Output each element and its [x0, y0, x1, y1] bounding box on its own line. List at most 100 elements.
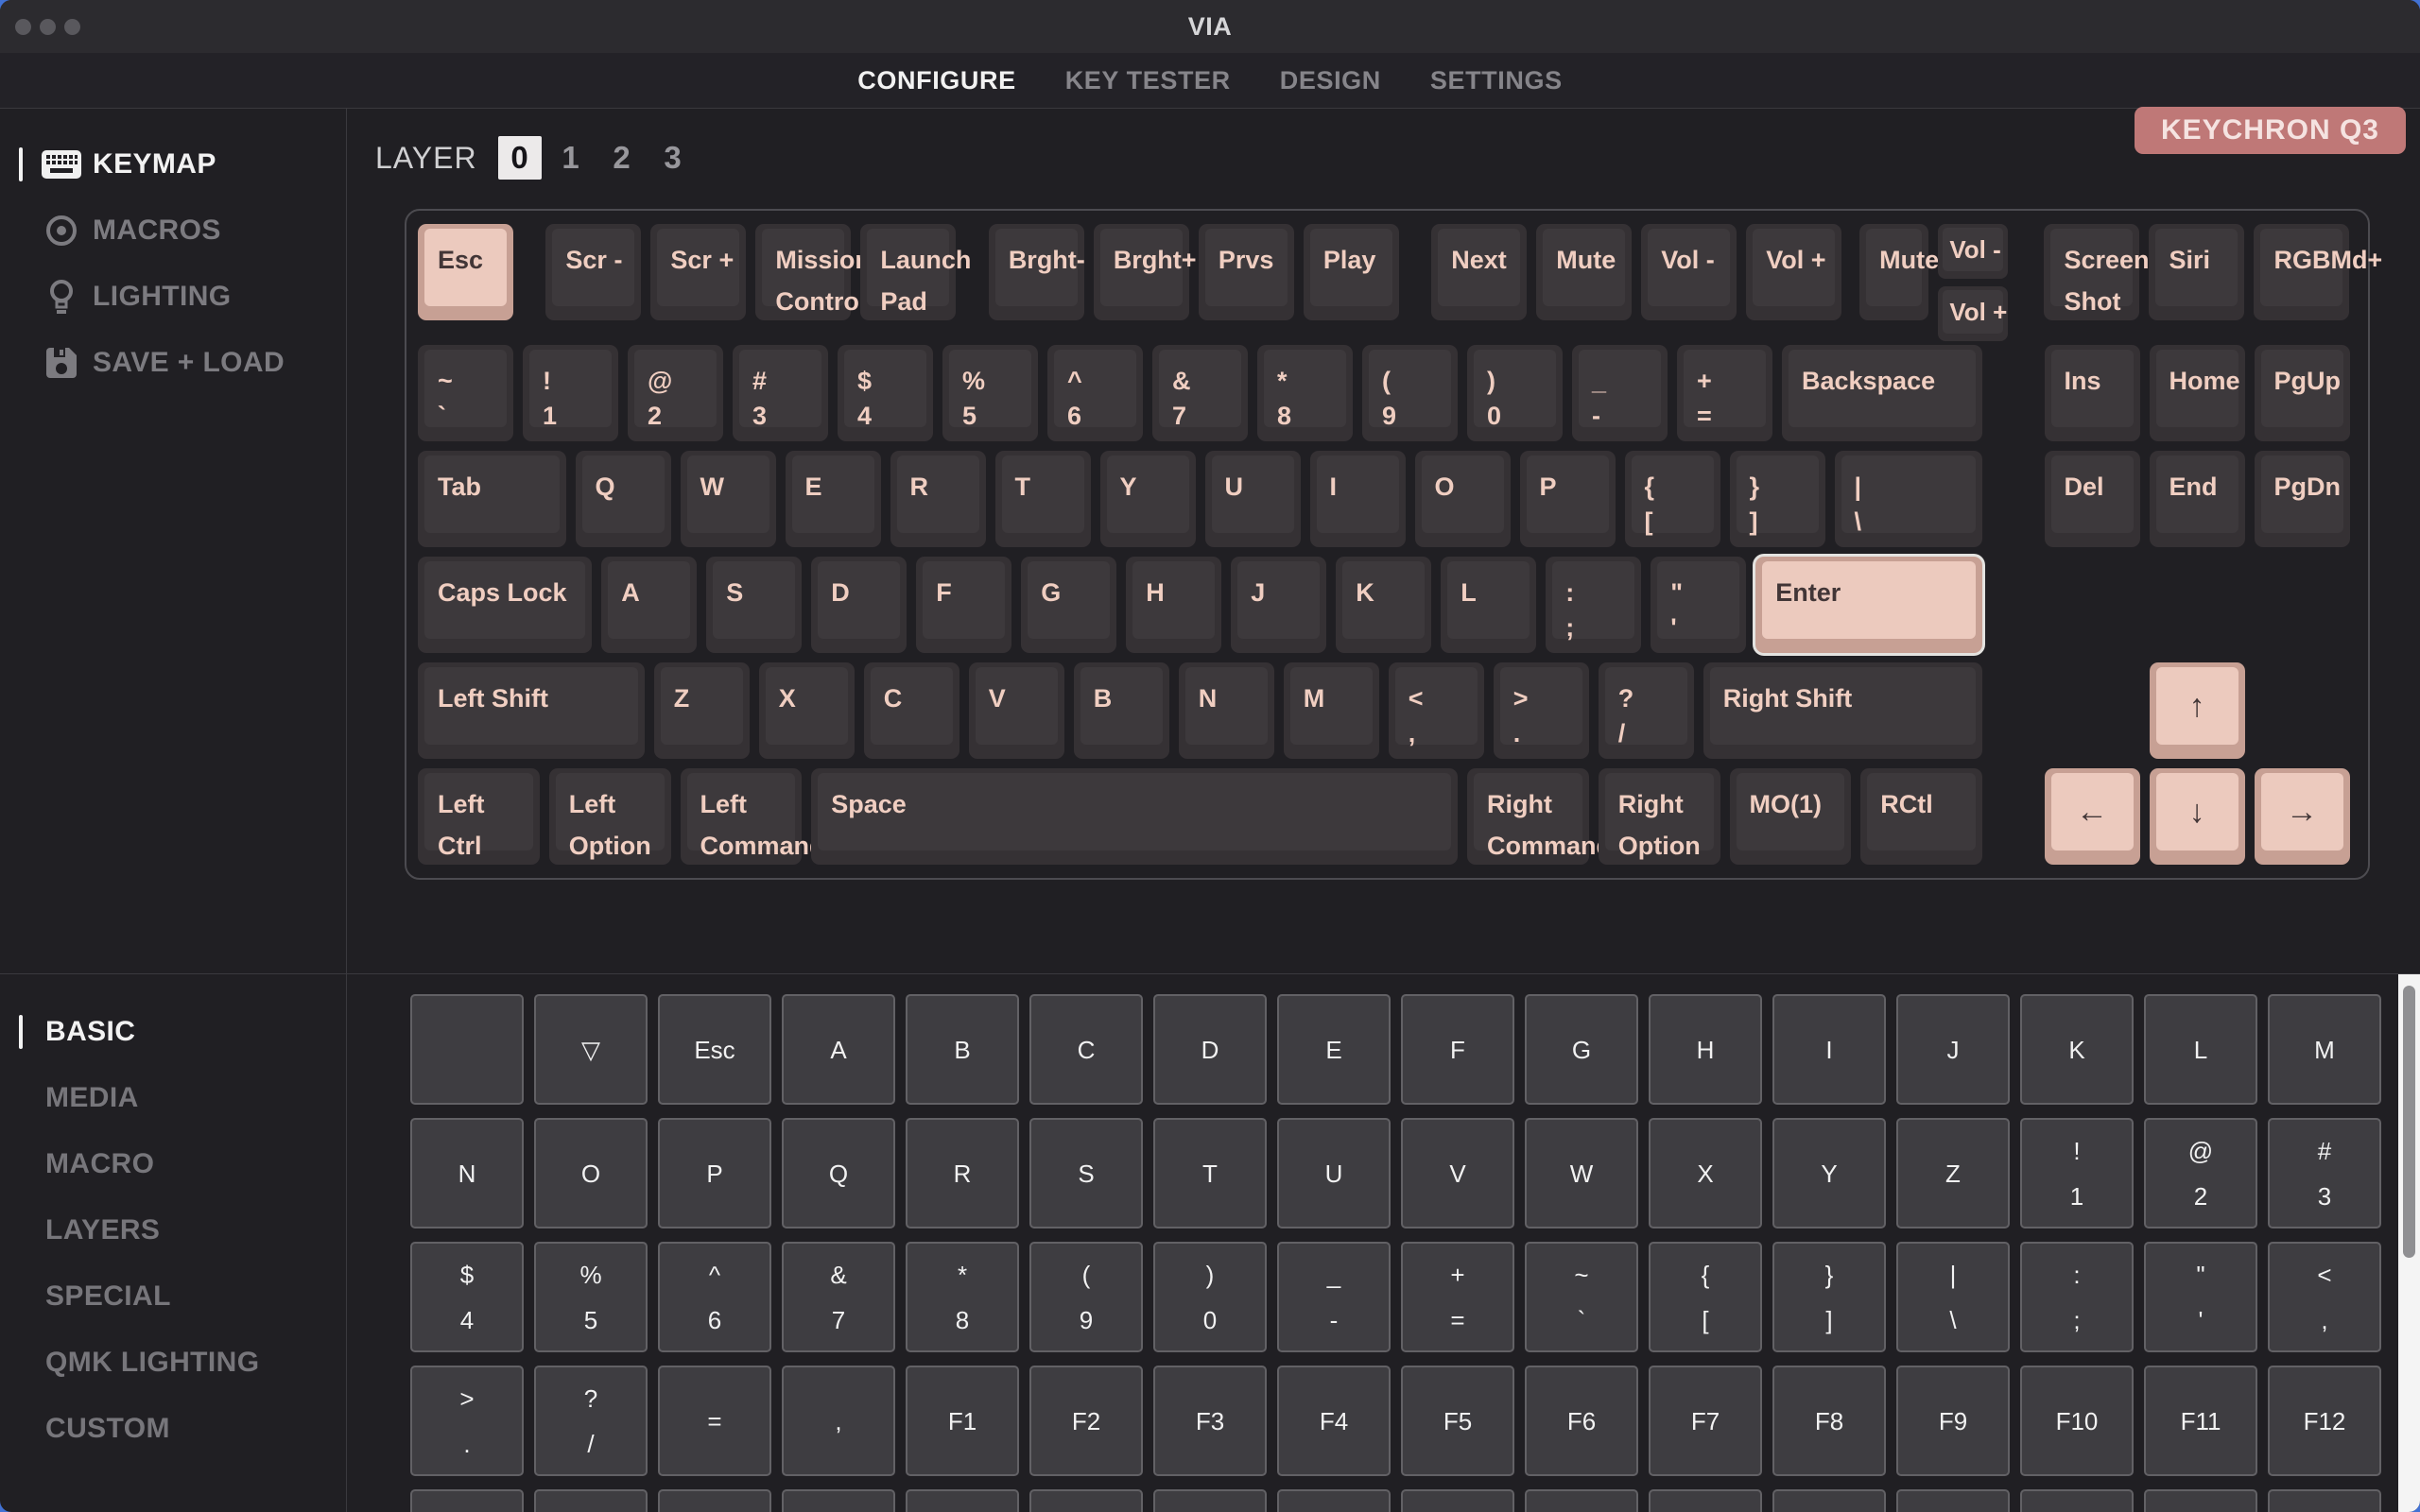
key-y[interactable]: Y — [1099, 451, 1196, 547]
picker-key-scroll-lock[interactable]: Scroll Lock — [534, 1489, 648, 1512]
picker-key-down[interactable]: Down — [1772, 1489, 1886, 1512]
key-symbol[interactable]: ? / — [1598, 662, 1694, 759]
minimize-window-button[interactable] — [40, 18, 56, 35]
picker-scrollbar[interactable] — [2398, 974, 2420, 1512]
picker-key-t[interactable]: T — [1153, 1118, 1267, 1228]
picker-key-g[interactable]: G — [1525, 994, 1638, 1105]
key-brght[interactable]: Brght- — [988, 224, 1085, 320]
key-arrow-up[interactable]: ↑ — [2149, 662, 2245, 759]
key-9[interactable]: (9 — [1362, 345, 1458, 441]
picker-key-symbol[interactable]: / — [2144, 1489, 2257, 1512]
picker-key-x[interactable]: X — [1649, 1118, 1762, 1228]
picker-key-5[interactable]: % 5 — [534, 1242, 648, 1352]
picker-key-symbol[interactable]: >. — [410, 1366, 524, 1476]
picker-key-8[interactable]: * 8 — [906, 1242, 1019, 1352]
picker-key-z[interactable]: Z — [1896, 1118, 2010, 1228]
picker-key-symbol[interactable]: + = — [1401, 1242, 1514, 1352]
key-arrow-left[interactable]: ← — [2044, 768, 2140, 865]
close-window-button[interactable] — [15, 18, 31, 35]
key-launch-pad[interactable]: Launch Pad — [860, 224, 971, 320]
key-home[interactable]: Home — [2149, 345, 2245, 441]
picker-key-4[interactable]: $4 — [410, 1242, 524, 1352]
picker-key-q[interactable]: Q — [782, 1118, 895, 1228]
key-symbol[interactable]: _ - — [1572, 345, 1668, 441]
key-7[interactable]: & 7 — [1152, 345, 1248, 441]
key-e[interactable]: E — [785, 451, 881, 547]
layer-option-2[interactable]: 2 — [600, 136, 644, 180]
key-4[interactable]: $4 — [838, 345, 933, 441]
picker-key-s[interactable]: S — [1029, 1118, 1143, 1228]
key-t[interactable]: T — [994, 451, 1091, 547]
key-symbol[interactable]: ~ ` — [418, 345, 513, 441]
picker-key-page-up[interactable]: Page Up — [1029, 1489, 1143, 1512]
key-s[interactable]: S — [706, 557, 803, 653]
key-symbol[interactable]: {[ — [1624, 451, 1720, 547]
picker-key-esc[interactable]: Esc — [658, 994, 771, 1105]
picker-key-right[interactable]: Right — [1525, 1489, 1638, 1512]
key-left-option[interactable]: Left Option — [548, 768, 671, 865]
key-h[interactable]: H — [1126, 557, 1222, 653]
key-mo-1[interactable]: MO(1) — [1729, 768, 1852, 865]
nav-configure[interactable]: CONFIGURE — [857, 66, 1015, 95]
picker-key-3[interactable]: #3 — [2268, 1118, 2381, 1228]
key-backspace[interactable]: Backspace — [1782, 345, 1982, 441]
key-caps-lock[interactable]: Caps Lock — [418, 557, 593, 653]
key-v[interactable]: V — [968, 662, 1064, 759]
key-play[interactable]: Play — [1303, 224, 1399, 320]
key-z[interactable]: Z — [653, 662, 750, 759]
key-c[interactable]: C — [863, 662, 959, 759]
key-6[interactable]: ^ 6 — [1047, 345, 1143, 441]
picker-key-num-lock[interactable]: Num Lock — [2020, 1489, 2134, 1512]
key-arrow-right[interactable]: → — [2254, 768, 2350, 865]
key-left-shift[interactable]: Left Shift — [418, 662, 645, 759]
picker-key-w[interactable]: W — [1525, 1118, 1638, 1228]
picker-key-f2[interactable]: F2 — [1029, 1366, 1143, 1476]
key-symbol[interactable]: :; — [1546, 557, 1642, 653]
picker-key-f11[interactable]: F11 — [2144, 1366, 2257, 1476]
key-mute[interactable]: Mute — [1536, 224, 1633, 320]
key-encoder-vol[interactable]: Vol + — [1938, 286, 2008, 341]
key-left-ctrl[interactable]: Left Ctrl — [418, 768, 540, 865]
tab-qmk-lighting[interactable]: QMK LIGHTING — [0, 1330, 346, 1396]
tab-special[interactable]: SPECIAL — [0, 1263, 346, 1330]
key-ins[interactable]: Ins — [2044, 345, 2140, 441]
picker-key-e[interactable]: E — [1277, 994, 1391, 1105]
picker-key-pause[interactable]: Pause — [658, 1489, 771, 1512]
key-symbol[interactable]: | \ — [1834, 451, 1982, 547]
key-vol[interactable]: Vol - — [1641, 224, 1737, 320]
key-l[interactable]: L — [1441, 557, 1537, 653]
picker-key-p[interactable]: P — [658, 1118, 771, 1228]
key-prvs[interactable]: Prvs — [1198, 224, 1294, 320]
key-pgdn[interactable]: PgDn — [2254, 451, 2350, 547]
picker-key-f5[interactable]: F5 — [1401, 1366, 1514, 1476]
key-0[interactable]: ) 0 — [1467, 345, 1563, 441]
picker-key-0[interactable]: ) 0 — [1153, 1242, 1267, 1352]
key-encoder-vol[interactable]: Vol - — [1938, 224, 2008, 279]
key-g[interactable]: G — [1021, 557, 1117, 653]
key-brght[interactable]: Brght+ — [1093, 224, 1197, 320]
key-right-command[interactable]: Right Command — [1467, 768, 1612, 865]
key-q[interactable]: Q — [575, 451, 671, 547]
picker-key-end[interactable]: End — [1277, 1489, 1391, 1512]
picker-key-k[interactable]: K — [2020, 994, 2134, 1105]
picker-key-d[interactable]: D — [1153, 994, 1267, 1105]
key-symbol[interactable]: " ' — [1651, 557, 1747, 653]
key-next[interactable]: Next — [1431, 224, 1528, 320]
tab-macro[interactable]: MACRO — [0, 1131, 346, 1197]
picker-key-symbol[interactable]: = — [658, 1366, 771, 1476]
picker-key-a[interactable]: A — [782, 994, 895, 1105]
key-w[interactable]: W — [680, 451, 776, 547]
tab-custom[interactable]: CUSTOM — [0, 1396, 346, 1462]
picker-key-m[interactable]: M — [2268, 994, 2381, 1105]
sidebar-item-save-load[interactable]: SAVE + LOAD — [0, 330, 346, 396]
picker-key-symbol[interactable]: :; — [2020, 1242, 2134, 1352]
key-del[interactable]: Del — [2044, 451, 2140, 547]
picker-key-n[interactable]: N — [410, 1118, 524, 1228]
picker-key-c[interactable]: C — [1029, 994, 1143, 1105]
picker-key-o[interactable]: O — [534, 1118, 648, 1228]
tab-basic[interactable]: BASIC — [0, 999, 346, 1065]
picker-key-v[interactable]: V — [1401, 1118, 1514, 1228]
picker-key-f8[interactable]: F8 — [1772, 1366, 1886, 1476]
picker-key-symbol[interactable]: , — [782, 1366, 895, 1476]
picker-key-b[interactable]: B — [906, 994, 1019, 1105]
